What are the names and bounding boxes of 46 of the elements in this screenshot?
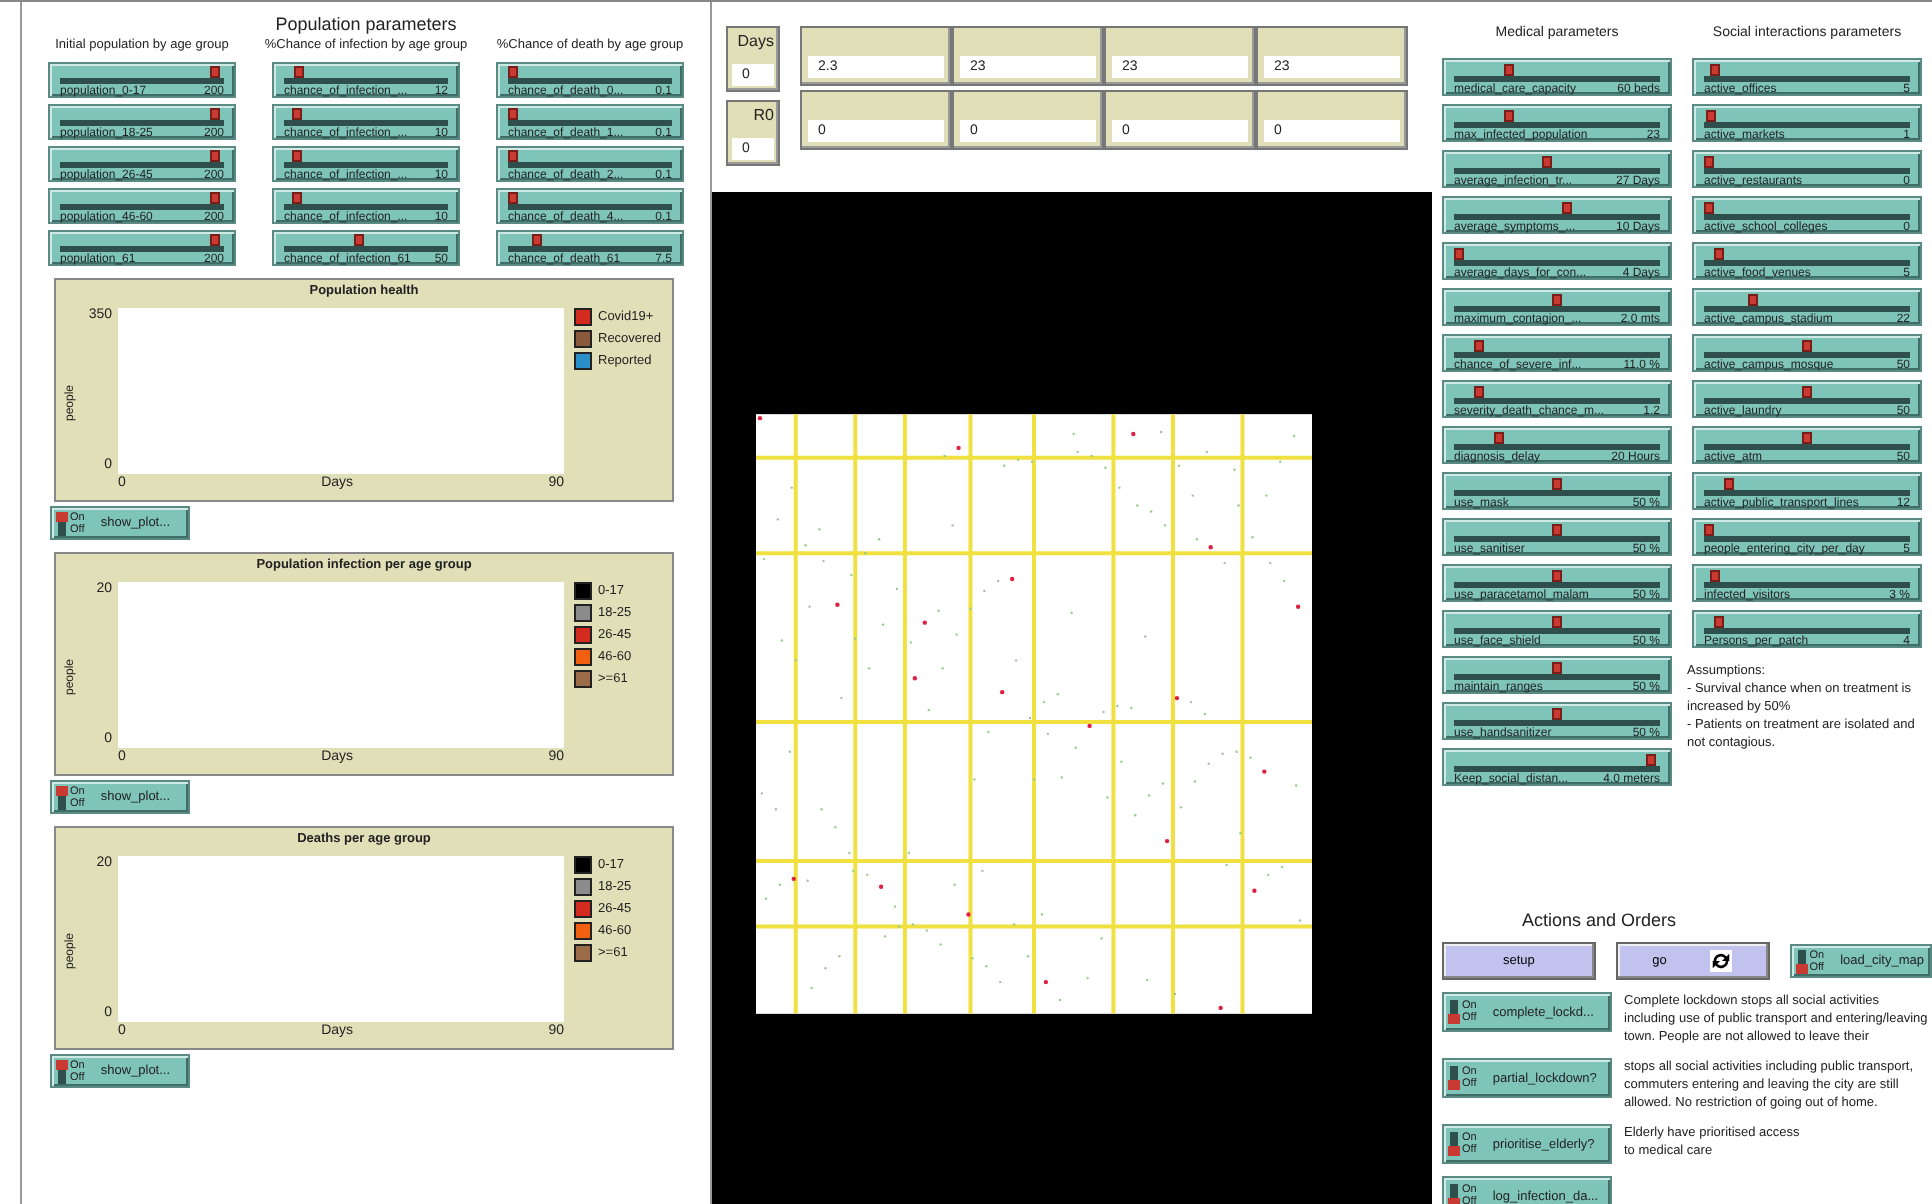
toggle-lever-icon[interactable] bbox=[1450, 1000, 1458, 1024]
slider-thumb[interactable] bbox=[1713, 616, 1724, 628]
slider-thumb[interactable] bbox=[1747, 294, 1758, 306]
slider-thumb[interactable] bbox=[1552, 524, 1562, 536]
slider-thumb[interactable] bbox=[291, 150, 302, 162]
slider-thumb[interactable] bbox=[291, 108, 302, 120]
slider-thumb[interactable] bbox=[293, 66, 304, 78]
slider-thumb[interactable] bbox=[209, 66, 220, 78]
slider-thumb[interactable] bbox=[1503, 64, 1513, 76]
slider-thumb[interactable] bbox=[1552, 662, 1562, 674]
toggle-lever-icon[interactable] bbox=[1450, 1066, 1458, 1090]
slider-thumb[interactable] bbox=[1705, 110, 1716, 122]
monitor-label: Days bbox=[735, 32, 774, 50]
slider-thumb[interactable] bbox=[209, 108, 220, 120]
slider-thumb[interactable] bbox=[1802, 340, 1812, 352]
slider-thumb[interactable] bbox=[1802, 386, 1812, 398]
toggle-lever-icon[interactable] bbox=[58, 1059, 66, 1083]
toggle-lever-icon[interactable] bbox=[58, 785, 66, 809]
toggle-lever-icon[interactable] bbox=[58, 511, 66, 535]
toggle-lever-icon[interactable] bbox=[1450, 1132, 1458, 1156]
slider-thumb[interactable] bbox=[1552, 570, 1562, 582]
slider-thumb[interactable] bbox=[1709, 64, 1720, 76]
section-title: Population parameters bbox=[273, 14, 459, 34]
toggle-lever-icon[interactable] bbox=[1450, 1184, 1458, 1204]
slider-thumb[interactable] bbox=[209, 192, 220, 204]
slider-thumb[interactable] bbox=[1552, 294, 1562, 306]
slider-thumb[interactable] bbox=[1723, 478, 1734, 490]
monitor-label: R0 bbox=[751, 106, 774, 124]
slider-thumb[interactable] bbox=[1493, 432, 1504, 444]
slider-thumb[interactable] bbox=[1709, 570, 1720, 582]
slider-thumb[interactable] bbox=[1704, 524, 1714, 536]
toggle-lever-icon[interactable] bbox=[1797, 949, 1806, 973]
slider-thumb[interactable] bbox=[1552, 616, 1562, 628]
slider-thumb[interactable] bbox=[1552, 478, 1562, 490]
slider-thumb[interactable] bbox=[1802, 432, 1812, 444]
slider-thumb[interactable] bbox=[209, 150, 220, 162]
section-title: Actions and Orders bbox=[1522, 910, 1679, 930]
slider-thumb[interactable] bbox=[1561, 202, 1572, 214]
slider-thumb[interactable] bbox=[1713, 248, 1724, 260]
slider-thumb[interactable] bbox=[291, 192, 302, 204]
slider-thumb[interactable] bbox=[1704, 202, 1714, 214]
slider-thumb[interactable] bbox=[531, 234, 542, 246]
slider-thumb[interactable] bbox=[1473, 386, 1484, 398]
slider-thumb[interactable] bbox=[1704, 156, 1714, 168]
slider-thumb[interactable] bbox=[209, 234, 220, 246]
slider-thumb[interactable] bbox=[1552, 708, 1562, 720]
